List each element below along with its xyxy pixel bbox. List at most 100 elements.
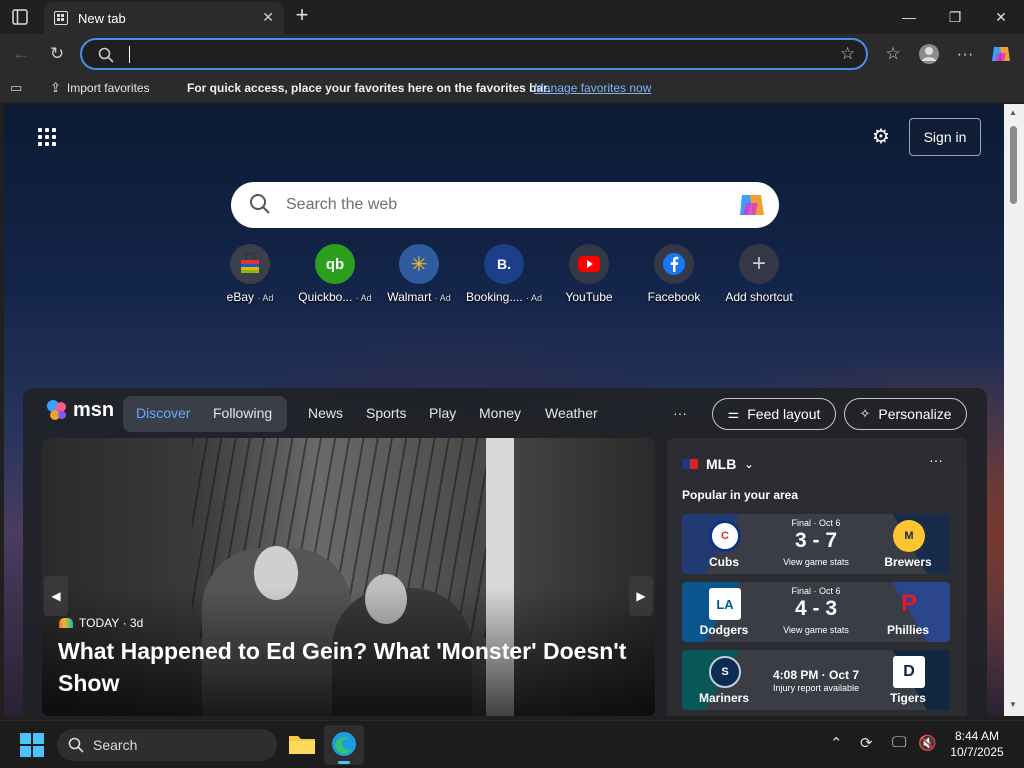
web-search-box[interactable]: Search the web (231, 182, 779, 228)
tigers-logo-icon: D (893, 656, 925, 688)
copilot-icon[interactable] (737, 191, 767, 219)
youtube-icon (569, 244, 609, 284)
feed-layout-label: Feed layout (747, 406, 821, 422)
address-bar[interactable]: ☆ (80, 38, 868, 70)
favorites-icon[interactable]: ☆ (880, 42, 906, 66)
volume-muted-icon[interactable]: 🔇 (918, 734, 937, 752)
nav-weather[interactable]: Weather (545, 405, 598, 421)
favorites-hint: For quick access, place your favorites h… (187, 81, 551, 95)
facebook-icon (654, 244, 694, 284)
hero-article[interactable]: ◀ ▶ TODAY · 3d What Happened to Ed Gein?… (42, 438, 655, 716)
close-window-button[interactable]: ✕ (978, 0, 1024, 34)
more-nav-button[interactable]: ··· (673, 405, 687, 421)
search-icon (250, 194, 270, 214)
network-icon[interactable]: 🖵 (892, 734, 906, 751)
injury-report-note[interactable]: Injury report available (766, 683, 866, 693)
system-clock[interactable]: 8:44 AM 10/7/2025 (940, 728, 1014, 760)
scroll-down-arrow[interactable]: ▼ (1009, 700, 1017, 709)
shortcut-label: Facebook (647, 290, 701, 304)
tab-actions-icon[interactable] (8, 6, 32, 28)
nav-news[interactable]: News (308, 405, 343, 421)
game-card[interactable]: C M Cubs Brewers Final · Oct 6 3 - 7 Vie… (682, 514, 950, 574)
app-launcher-icon[interactable] (38, 128, 58, 148)
update-sync-icon[interactable]: ⟳ (860, 734, 873, 752)
nav-money[interactable]: Money (479, 405, 521, 421)
new-tab-page: ⚙ Sign in Search the web eBay · Ad qb Qu… (4, 104, 1004, 716)
clock-date: 10/7/2025 (950, 745, 1004, 759)
import-favorites-button[interactable]: ⇪ Import favorites (50, 80, 150, 96)
restore-button[interactable]: ❐ (932, 0, 978, 34)
today-logo-icon (59, 618, 73, 628)
sliders-icon: ⚌ (727, 406, 740, 421)
game-time: 4:08 PM · Oct 7 (772, 668, 860, 682)
carousel-prev-button[interactable]: ◀ (44, 576, 68, 616)
copilot-icon[interactable] (988, 42, 1014, 66)
game-card[interactable]: LA P Dodgers Phillies Final · Oct 6 4 - … (682, 582, 950, 642)
settings-more-icon[interactable]: ··· (952, 42, 978, 66)
shortcut-booking[interactable]: B. Booking.... · Ad (462, 244, 546, 308)
booking-icon: B. (484, 244, 524, 284)
minimize-button[interactable]: — (886, 0, 932, 34)
view-game-stats-link[interactable]: View game stats (766, 625, 866, 635)
browser-toolbar: ← ↻ ☆ ☆ ··· (0, 34, 1024, 74)
shortcut-facebook[interactable]: Facebook (632, 244, 716, 308)
shortcut-youtube[interactable]: YouTube (547, 244, 631, 308)
tab-new-tab[interactable]: New tab ✕ (44, 2, 284, 34)
edge-taskbar-button[interactable] (324, 725, 364, 765)
gear-icon[interactable]: ⚙ (870, 126, 892, 148)
favorite-star-icon[interactable]: ☆ (840, 44, 855, 64)
close-tab-icon[interactable]: ✕ (262, 9, 274, 26)
nav-sports[interactable]: Sports (366, 405, 406, 421)
shortcut-label: Walmart (387, 290, 432, 304)
plus-icon: + (739, 244, 779, 284)
nav-play[interactable]: Play (429, 405, 456, 421)
add-shortcut-button[interactable]: + Add shortcut (717, 244, 801, 308)
profile-avatar[interactable] (916, 42, 942, 66)
ad-label: · Ad (434, 293, 451, 303)
shortcut-quickbooks[interactable]: qb Quickbo... · Ad (293, 244, 377, 308)
ad-label: · Ad (257, 293, 274, 303)
new-tab-button[interactable]: + (290, 4, 314, 28)
clock-time: 8:44 AM (954, 729, 1000, 743)
brewers-logo-icon: M (893, 520, 925, 552)
taskbar: Search ⌃ ⟳ 🖵 🔇 8:44 AM 10/7/2025 (0, 720, 1024, 768)
msn-logo[interactable]: msn (45, 398, 114, 422)
search-icon (98, 47, 114, 63)
sign-in-button[interactable]: Sign in (909, 118, 981, 156)
personalize-label: Personalize (878, 406, 952, 422)
tab-following[interactable]: Following (213, 405, 272, 421)
personalize-button[interactable]: ✧ Personalize (844, 398, 967, 430)
home-team: Mariners (698, 691, 750, 705)
game-card[interactable]: S D Mariners Tigers 4:08 PM · Oct 7 Inju… (682, 650, 950, 710)
feed-layout-button[interactable]: ⚌ Feed layout (712, 398, 836, 430)
quickbooks-icon: qb (315, 244, 355, 284)
manage-favorites-link[interactable]: Manage favorites now (534, 81, 651, 95)
article-headline[interactable]: What Happened to Ed Gein? What 'Monster'… (58, 635, 648, 699)
taskbar-search[interactable]: Search (57, 729, 277, 761)
scrollbar-thumb[interactable] (1010, 126, 1017, 204)
mlb-scores-card: MLB ⌄ ··· Popular in your area C M Cubs … (667, 438, 967, 716)
windows-start-icon[interactable] (20, 733, 44, 757)
refresh-button[interactable]: ↻ (44, 42, 70, 66)
carousel-next-button[interactable]: ▶ (629, 576, 653, 616)
mlb-logo-icon (682, 459, 698, 469)
favorites-bar: ▭ ⇪ Import favorites For quick access, p… (0, 74, 1024, 102)
game-status: Final · Oct 6 (791, 586, 841, 596)
address-input[interactable] (126, 46, 826, 64)
shortcut-label: YouTube (565, 290, 613, 304)
shortcut-ebay[interactable]: eBay · Ad (208, 244, 292, 308)
title-bar: New tab ✕ + — ❐ ✕ (0, 0, 1024, 34)
mlb-more-button[interactable]: ··· (929, 452, 943, 468)
file-explorer-icon[interactable] (288, 732, 316, 758)
collections-icon[interactable]: ▭ (10, 80, 22, 96)
back-button[interactable]: ← (8, 42, 34, 66)
import-favorites-label: Import favorites (66, 81, 150, 95)
view-game-stats-link[interactable]: View game stats (766, 557, 866, 567)
tab-discover[interactable]: Discover (136, 405, 190, 421)
page-scrollbar[interactable]: ▲ ▼ (1004, 104, 1024, 716)
scroll-up-arrow[interactable]: ▲ (1009, 108, 1017, 117)
chevron-up-icon[interactable]: ⌃ (830, 734, 843, 752)
import-icon: ⇪ (50, 80, 61, 95)
shortcut-walmart[interactable]: ✳ Walmart · Ad (377, 244, 461, 308)
mlb-header[interactable]: MLB ⌄ (682, 456, 754, 472)
